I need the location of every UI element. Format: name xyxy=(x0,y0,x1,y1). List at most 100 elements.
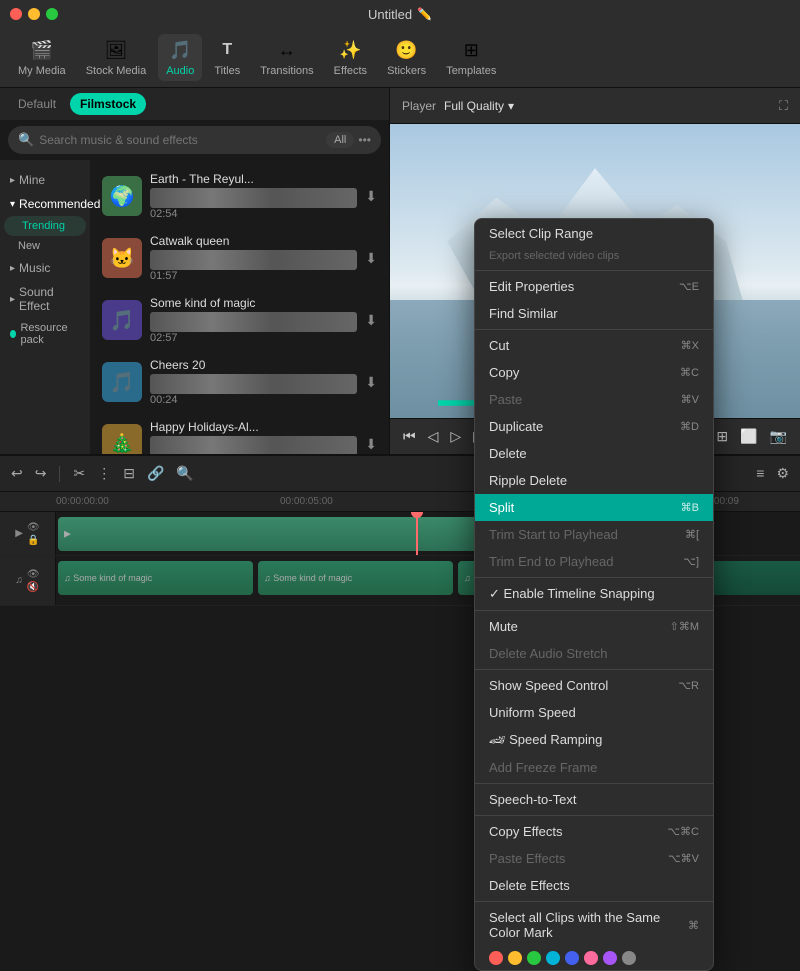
color-dot-green[interactable] xyxy=(527,951,541,965)
toolbar-transitions[interactable]: ↔ Transitions xyxy=(252,34,321,81)
ctx-copy[interactable]: Copy ⌘C xyxy=(475,359,713,386)
split-timeline-button[interactable]: ⋮ xyxy=(94,462,114,485)
sidebar-recommended[interactable]: ▾ Recommended xyxy=(0,192,90,216)
prev-frame-button[interactable]: ◁ xyxy=(425,425,442,448)
list-item[interactable]: 🌍 Earth - The Reyul... 02:54 ⬇ xyxy=(94,166,385,226)
quality-selector[interactable]: Full Quality ▾ xyxy=(444,99,514,113)
play-button[interactable]: ▷ xyxy=(447,425,464,448)
ctx-trim-start[interactable]: Trim Start to Playhead ⌘[ xyxy=(475,521,713,548)
toolbar-audio[interactable]: 🎵 Audio xyxy=(158,34,202,81)
color-mark-row xyxy=(475,946,713,970)
filter-button[interactable]: All xyxy=(326,132,354,148)
filter-more-icon[interactable]: ••• xyxy=(358,133,371,147)
track-thumb-1: 🌍 xyxy=(102,176,142,216)
ctx-freeze-frame[interactable]: Add Freeze Frame xyxy=(475,754,713,781)
audio-tabs: Default Filmstock xyxy=(0,88,389,120)
download-icon-5[interactable]: ⬇ xyxy=(365,436,377,453)
ctx-cut[interactable]: Cut ⌘X xyxy=(475,332,713,359)
sidebar-music[interactable]: ▸ Music xyxy=(0,256,90,280)
redo-button[interactable]: ↪ xyxy=(32,462,50,485)
divider xyxy=(475,669,713,670)
toolbar-stickers[interactable]: 🙂 Stickers xyxy=(379,34,434,81)
audio-clip-1[interactable]: ♫ Some kind of magic xyxy=(58,561,253,595)
transitions-label: Transitions xyxy=(260,65,313,77)
ctx-find-similar[interactable]: Find Similar xyxy=(475,300,713,327)
audio-track-icon: ♫ xyxy=(15,575,23,586)
color-dot-cyan[interactable] xyxy=(546,951,560,965)
audio-mute-button[interactable]: 🔇 xyxy=(27,582,40,593)
toolbar-my-media[interactable]: 🎬 My Media xyxy=(10,34,74,81)
list-item[interactable]: 🎄 Happy Holidays-Al... 01:09 ⬇ xyxy=(94,414,385,454)
download-icon-2[interactable]: ⬇ xyxy=(365,250,377,267)
ctx-edit-properties[interactable]: Edit Properties ⌥E xyxy=(475,273,713,300)
ctx-copy-effects[interactable]: Copy Effects ⌥⌘C xyxy=(475,818,713,845)
audio-eye-button[interactable]: 👁 xyxy=(27,569,40,580)
lock-button[interactable]: 🔒 xyxy=(27,535,40,546)
color-dot-blue[interactable] xyxy=(565,951,579,965)
ctx-delete-effects[interactable]: Delete Effects xyxy=(475,872,713,899)
close-button[interactable] xyxy=(10,8,22,20)
maximize-button[interactable] xyxy=(46,8,58,20)
ctx-speed-control[interactable]: Show Speed Control ⌥R xyxy=(475,672,713,699)
minimize-button[interactable] xyxy=(28,8,40,20)
sidebar-mine[interactable]: ▸ Mine xyxy=(0,168,90,192)
crop-button[interactable]: ⊞ xyxy=(713,425,731,448)
aspect-ratio-button[interactable]: ⬜ xyxy=(737,425,760,448)
ctx-paste-effects[interactable]: Paste Effects ⌥⌘V xyxy=(475,845,713,872)
undo-button[interactable]: ↩ xyxy=(8,462,26,485)
track-height-button[interactable]: ≡ xyxy=(753,462,767,485)
sidebar-new[interactable]: New xyxy=(0,236,90,256)
screenshot-button[interactable]: 📷 xyxy=(767,425,790,448)
toolbar-stock-media[interactable]: 🖼 Stock Media xyxy=(78,34,155,81)
magnet-button[interactable]: 🔗 xyxy=(144,462,167,485)
audio-clip-2[interactable]: ♫ Some kind of magic xyxy=(258,561,453,595)
ctx-paste[interactable]: Paste ⌘V xyxy=(475,386,713,413)
chevron-down-icon: ▾ xyxy=(508,99,514,113)
list-item[interactable]: 🐱 Catwalk queen 01:57 ⬇ xyxy=(94,228,385,288)
tab-default[interactable]: Default xyxy=(8,93,66,115)
ctx-duplicate[interactable]: Duplicate ⌘D xyxy=(475,413,713,440)
color-dot-gray[interactable] xyxy=(622,951,636,965)
ctx-mute[interactable]: Mute ⇧⌘M xyxy=(475,613,713,640)
toolbar-templates[interactable]: ⊞ Templates xyxy=(438,34,504,81)
ctx-speech-to-text[interactable]: Speech-to-Text xyxy=(475,786,713,813)
tab-filmstock[interactable]: Filmstock xyxy=(70,93,146,115)
ctx-ripple-delete[interactable]: Ripple Delete xyxy=(475,467,713,494)
track-thumb-4: 🎵 xyxy=(102,362,142,402)
audio-track-label: ♫ 👁 🔇 xyxy=(0,556,56,605)
download-icon-3[interactable]: ⬇ xyxy=(365,312,377,329)
download-icon-4[interactable]: ⬇ xyxy=(365,374,377,391)
track-wave-2 xyxy=(150,250,357,270)
color-dot-yellow[interactable] xyxy=(508,951,522,965)
timeline-zoom-out[interactable]: 🔍 xyxy=(173,462,196,485)
divider xyxy=(475,901,713,902)
eye-button[interactable]: 👁 xyxy=(27,522,40,533)
sidebar-sound-effect[interactable]: ▸ Sound Effect xyxy=(0,280,90,318)
search-input[interactable] xyxy=(39,133,326,147)
fullscreen-icon[interactable]: ⛶ xyxy=(779,98,788,114)
settings-icon[interactable]: ⚙ xyxy=(773,462,792,485)
color-dot-purple[interactable] xyxy=(603,951,617,965)
ctx-uniform-speed[interactable]: Uniform Speed xyxy=(475,699,713,726)
list-item[interactable]: 🎵 Some kind of magic 02:57 ⬇ xyxy=(94,290,385,350)
sidebar-resource-pack[interactable]: Resource pack xyxy=(0,318,90,350)
ctx-select-color-mark[interactable]: Select all Clips with the Same Color Mar… xyxy=(475,904,713,946)
rewind-button[interactable]: ⏮ xyxy=(400,425,419,448)
download-icon-1[interactable]: ⬇ xyxy=(365,188,377,205)
toolbar-titles[interactable]: T Titles xyxy=(206,34,248,81)
ctx-trim-end[interactable]: Trim End to Playhead ⌥] xyxy=(475,548,713,575)
ctx-snapping[interactable]: ✓ Enable Timeline Snapping xyxy=(475,580,713,608)
track-wave-5 xyxy=(150,436,357,454)
arrow-recommended: ▾ xyxy=(10,199,15,210)
toolbar-effects[interactable]: ✨ Effects xyxy=(326,34,375,81)
color-dot-red[interactable] xyxy=(489,951,503,965)
color-dot-pink[interactable] xyxy=(584,951,598,965)
list-item[interactable]: 🎵 Cheers 20 00:24 ⬇ xyxy=(94,352,385,412)
resource-dot xyxy=(10,330,16,338)
ctx-delete[interactable]: Delete xyxy=(475,440,713,467)
cut-button[interactable]: ✂ xyxy=(70,462,88,485)
sidebar-trending[interactable]: Trending xyxy=(4,216,86,236)
ctx-split[interactable]: Split ⌘B xyxy=(475,494,713,521)
crop-timeline-button[interactable]: ⊟ xyxy=(120,462,138,485)
ctx-speed-ramping[interactable]: 🏎 Speed Ramping xyxy=(475,726,713,754)
